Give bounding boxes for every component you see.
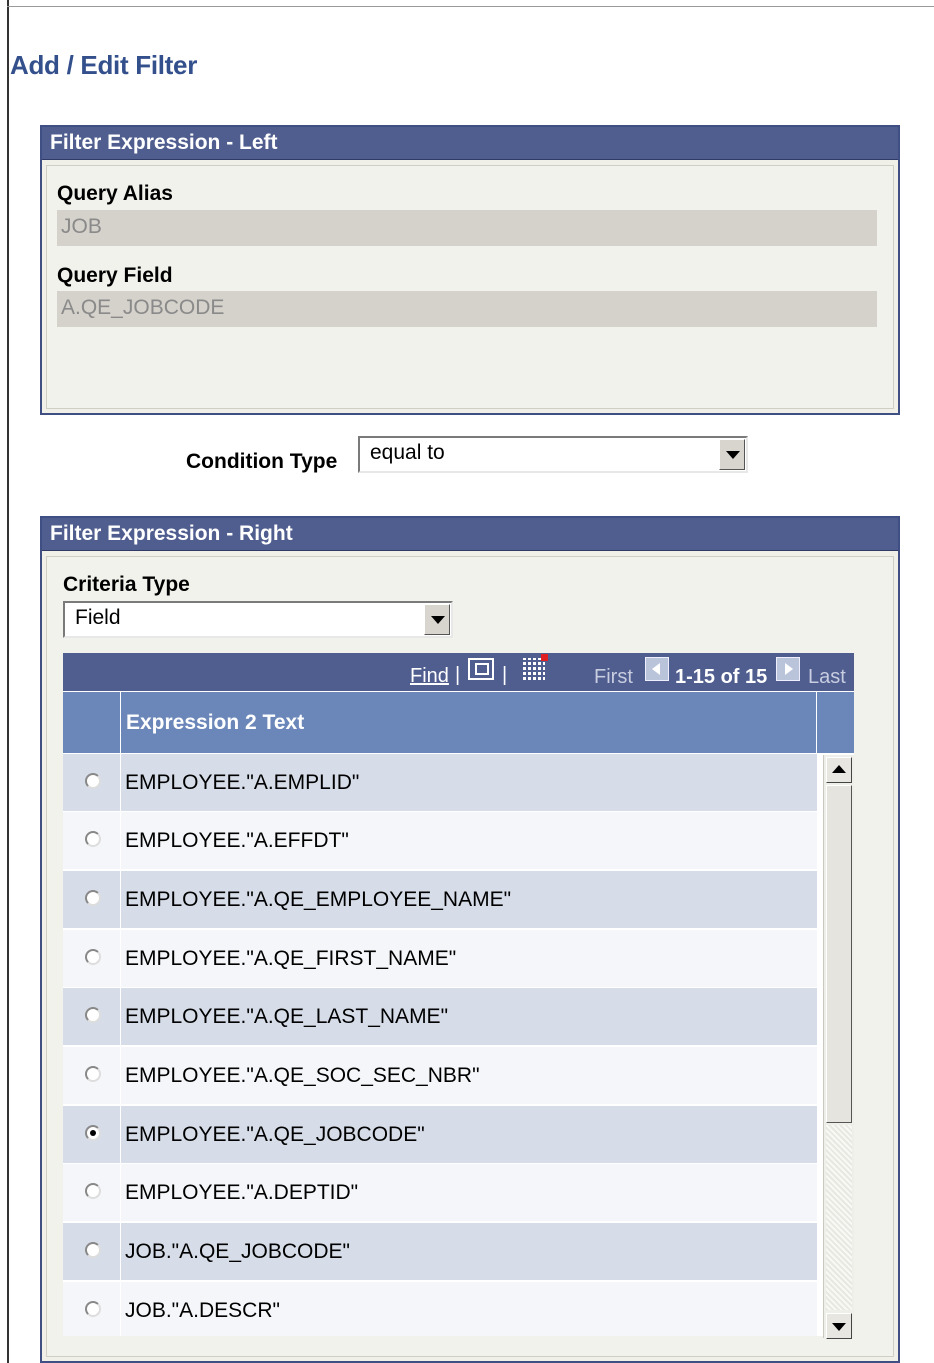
select-cell	[63, 1047, 121, 1105]
condition-type-label: Condition Type	[186, 450, 338, 473]
scroll-track[interactable]	[826, 1125, 852, 1310]
expression-text: EMPLOYEE."A.QE_EMPLOYEE_NAME"	[125, 888, 512, 911]
row-radio-button[interactable]	[85, 1066, 101, 1082]
new-window-icon[interactable]	[468, 658, 494, 680]
table-row[interactable]: EMPLOYEE."A.EMPLID"	[63, 753, 817, 812]
grid-body: EMPLOYEE."A.EMPLID" EMPLOYEE."A.EFFDT" E…	[63, 753, 854, 1336]
filter-expression-right-header: Filter Expression - Right	[42, 518, 898, 551]
query-field-field: A.QE_JOBCODE	[57, 291, 877, 327]
table-row[interactable]: EMPLOYEE."A.QE_FIRST_NAME"	[63, 929, 817, 988]
condition-type-select[interactable]: equal to	[358, 436, 748, 473]
criteria-type-select[interactable]: Field	[63, 601, 453, 638]
grid-scrollbar[interactable]	[823, 755, 854, 1339]
criteria-type-label: Criteria Type	[63, 573, 190, 596]
row-radio-button[interactable]	[85, 1183, 101, 1199]
expression-text: EMPLOYEE."A.QE_SOC_SEC_NBR"	[125, 1064, 480, 1087]
page-title: Add / Edit Filter	[10, 50, 198, 80]
row-radio-button-selected[interactable]	[85, 1125, 101, 1141]
grid-header-row: Expression 2 Text	[63, 691, 854, 754]
window-top-border	[7, 6, 934, 7]
criteria-type-dropdown-button[interactable]	[424, 604, 450, 635]
previous-arrow-icon[interactable]	[645, 657, 669, 681]
select-cell	[63, 871, 121, 929]
select-cell	[63, 1106, 121, 1164]
row-radio-button[interactable]	[85, 1242, 101, 1258]
last-link[interactable]: Last	[808, 666, 846, 689]
table-row[interactable]: EMPLOYEE."A.QE_SOC_SEC_NBR"	[63, 1046, 817, 1105]
row-count: 1-15 of 15	[675, 666, 768, 688]
filter-expression-left-header: Filter Expression - Left	[42, 127, 898, 160]
nav-separator: |	[502, 664, 508, 686]
row-radio-button[interactable]	[85, 831, 101, 847]
scroll-up-icon[interactable]	[826, 757, 852, 783]
condition-type-dropdown-button[interactable]	[719, 439, 745, 470]
row-radio-button[interactable]	[85, 1301, 101, 1317]
filter-expression-left-body	[46, 165, 894, 409]
select-cell	[63, 1282, 121, 1336]
query-alias-field: JOB	[57, 210, 877, 246]
expression-text: EMPLOYEE."A.QE_LAST_NAME"	[125, 1005, 449, 1028]
row-radio-button[interactable]	[85, 890, 101, 906]
table-row[interactable]: EMPLOYEE."A.QE_LAST_NAME"	[63, 987, 817, 1046]
table-row[interactable]: EMPLOYEE."A.EFFDT"	[63, 811, 817, 870]
table-row[interactable]: EMPLOYEE."A.QE_JOBCODE"	[63, 1105, 817, 1164]
select-cell	[63, 1223, 121, 1281]
query-field-label: Query Field	[57, 264, 173, 287]
nav-separator: |	[455, 664, 461, 686]
find-link[interactable]: Find	[410, 665, 449, 688]
window-left-border	[7, 0, 9, 1363]
query-alias-label: Query Alias	[57, 182, 173, 205]
expression-text: EMPLOYEE."A.DEPTID"	[125, 1181, 359, 1204]
criteria-type-value: Field	[75, 606, 121, 629]
row-radio-button[interactable]	[85, 1007, 101, 1023]
condition-type-value: equal to	[370, 441, 445, 464]
expression-text: EMPLOYEE."A.EMPLID"	[125, 771, 360, 794]
next-arrow-icon[interactable]	[776, 657, 800, 681]
row-radio-button[interactable]	[85, 949, 101, 965]
scroll-down-icon[interactable]	[826, 1313, 852, 1339]
spreadsheet-download-icon[interactable]	[523, 654, 548, 680]
expression-text: JOB."A.DESCR"	[125, 1299, 280, 1322]
grid-navigation-bar: Find | | First 1-15 of 15 Last	[63, 653, 854, 691]
select-cell	[63, 812, 121, 870]
table-row[interactable]: JOB."A.QE_JOBCODE"	[63, 1222, 817, 1281]
chevron-down-icon	[726, 451, 740, 459]
select-cell	[63, 930, 121, 988]
expression-text: JOB."A.QE_JOBCODE"	[125, 1240, 350, 1263]
select-column-header	[63, 692, 121, 754]
table-row[interactable]: JOB."A.DESCR"	[63, 1281, 817, 1336]
select-cell	[63, 988, 121, 1046]
expression-text: EMPLOYEE."A.QE_FIRST_NAME"	[125, 947, 457, 970]
first-link[interactable]: First	[594, 666, 633, 689]
table-row[interactable]: EMPLOYEE."A.QE_EMPLOYEE_NAME"	[63, 870, 817, 929]
row-radio-button[interactable]	[85, 773, 101, 789]
expression-column-header[interactable]: Expression 2 Text	[121, 692, 817, 754]
table-row[interactable]: EMPLOYEE."A.DEPTID"	[63, 1163, 817, 1222]
expression-text: EMPLOYEE."A.EFFDT"	[125, 829, 349, 852]
scroll-thumb[interactable]	[826, 785, 852, 1123]
select-cell	[63, 754, 121, 812]
chevron-down-icon	[431, 616, 445, 624]
select-cell	[63, 1164, 121, 1222]
expression-text: EMPLOYEE."A.QE_JOBCODE"	[125, 1123, 425, 1146]
